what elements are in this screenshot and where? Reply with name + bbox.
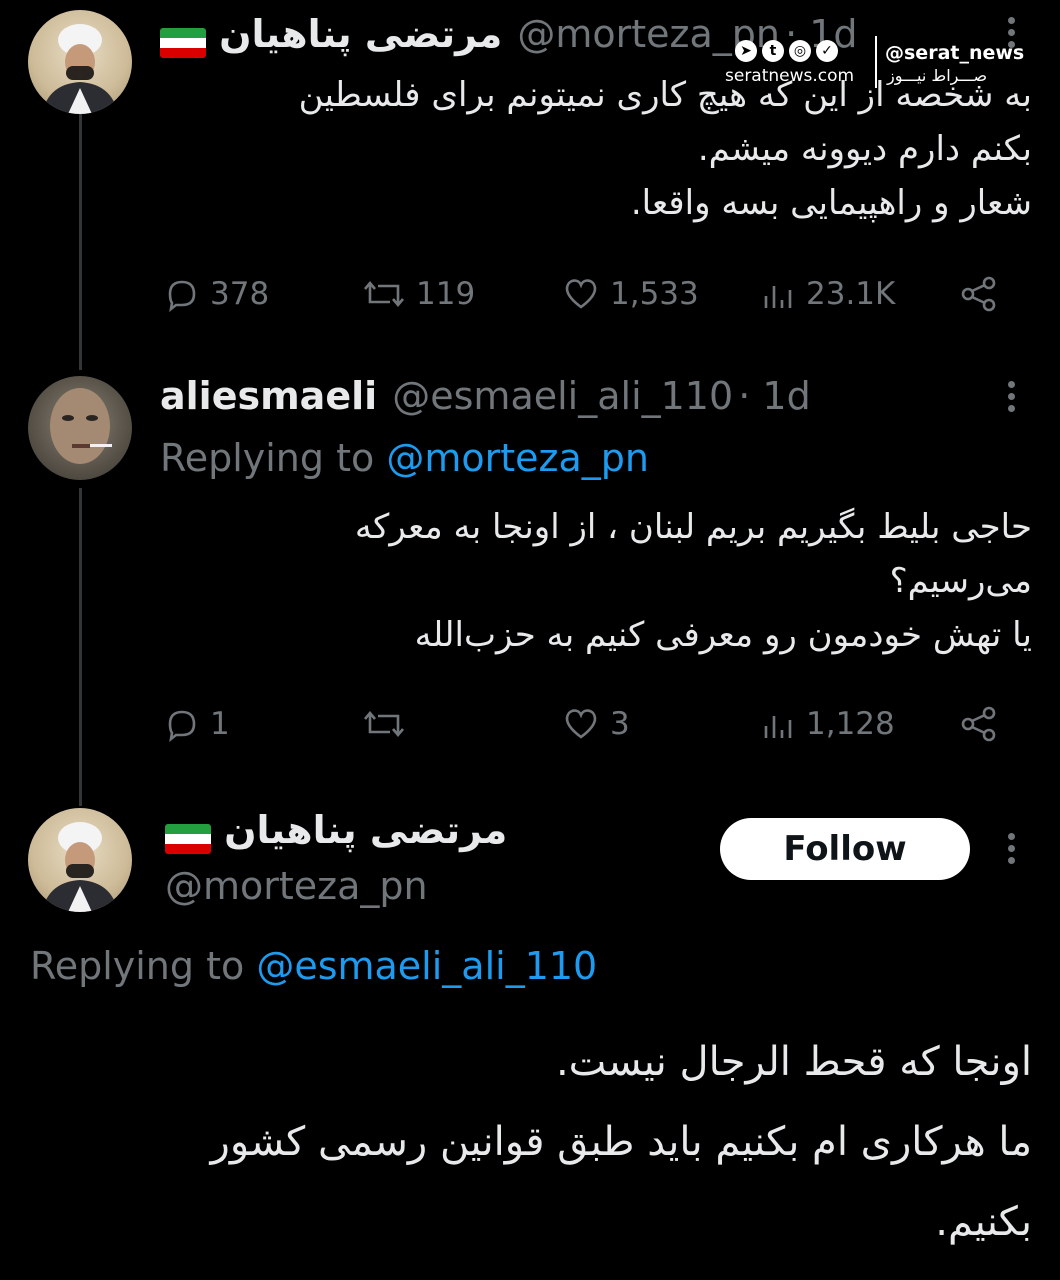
tweet-2-header: aliesmaeli @esmaeli_ali_110 · 1d (160, 374, 811, 418)
twitter-icon: t (762, 40, 784, 62)
user-handle[interactable]: @morteza_pn (165, 864, 428, 908)
like-count: 1,533 (610, 276, 699, 312)
tweet-3-name-row: مرتضی پناهیان (165, 808, 507, 854)
tweet-text-line: می‌رسیم؟ (889, 561, 1032, 601)
reply-count: 1 (210, 706, 230, 742)
like-button[interactable]: 3 (560, 704, 630, 744)
retweet-count: 119 (416, 276, 476, 312)
tweet-text-line: شعار و راهپیمایی بسه واقعا. (630, 183, 1032, 223)
like-button[interactable]: 1,533 (560, 274, 699, 314)
views-icon (764, 716, 792, 738)
replying-to: Replying to @esmaeli_ali_110 (30, 944, 597, 988)
views-button[interactable]: 1,128 (762, 704, 895, 744)
retweet-button[interactable] (360, 704, 408, 744)
retweet-icon (364, 710, 404, 738)
retweet-button[interactable]: 119 (360, 274, 475, 314)
heart-icon (565, 279, 597, 309)
instagram-icon: ◎ (789, 40, 811, 62)
timestamp[interactable]: · 1d (738, 374, 810, 418)
avatar[interactable] (28, 10, 132, 114)
tweet-text-line: ما هرکاری ام بکنیم باید طبق قوانین رسمی … (210, 1119, 1032, 1165)
thread-line (79, 112, 82, 370)
tweet-text-line: حاجی بلیط بگیریم بریم لبنان ، از اونجا ب… (354, 507, 1032, 547)
view-count: 1,128 (806, 706, 895, 742)
follow-button[interactable]: Follow (720, 818, 970, 880)
tweet-1-body: به شخصه از این که هیچ کاری نمیتونم برای … (152, 68, 1032, 230)
heart-icon (565, 709, 597, 739)
replying-to-label: Replying to (30, 944, 245, 988)
display-name[interactable]: aliesmaeli (160, 374, 377, 418)
tweet-text-line: اونجا که قحط الرجال نیست. (555, 1039, 1032, 1085)
like-count: 3 (610, 706, 630, 742)
iran-flag-icon (165, 823, 211, 854)
share-icon (961, 276, 996, 312)
tweet-text-line: به شخصه از این که هیچ کاری نمیتونم برای … (298, 75, 1032, 115)
display-name[interactable]: مرتضی پناهیان (224, 808, 507, 852)
more-options-icon[interactable] (1008, 12, 1016, 53)
avatar[interactable] (28, 808, 132, 912)
iran-flag-icon (160, 27, 206, 58)
mention-link[interactable]: @esmaeli_ali_110 (256, 944, 597, 988)
tweet-text-line: بکنم دارم دیوونه میشم. (697, 129, 1032, 169)
aparat-icon: ✓ (816, 40, 838, 62)
display-name[interactable]: مرتضی پناهیان (219, 12, 502, 56)
avatar[interactable] (28, 376, 132, 480)
tweet-text-line: بکنیم. (935, 1199, 1032, 1245)
reply-icon (168, 710, 196, 743)
replying-to-label: Replying to (160, 436, 375, 480)
reply-button[interactable]: 1 (162, 704, 230, 744)
views-icon (764, 286, 792, 308)
telegram-icon: ➤ (735, 40, 757, 62)
reply-icon (168, 280, 196, 313)
mention-link[interactable]: @morteza_pn (386, 436, 649, 480)
retweet-icon (364, 280, 404, 308)
tweet-3-body: اونجا که قحط الرجال نیست. ما هرکاری ام ب… (32, 1022, 1032, 1262)
tweet-2-body: حاجی بلیط بگیریم بریم لبنان ، از اونجا ب… (152, 500, 1032, 662)
share-icon (961, 706, 996, 742)
more-options-icon[interactable] (1008, 376, 1016, 417)
reply-button[interactable]: 378 (162, 274, 269, 314)
tweet-text-line: یا تهش خودمون رو معرفی کنیم به حزب‌الله (414, 615, 1032, 655)
replying-to: Replying to @morteza_pn (160, 436, 649, 480)
view-count: 23.1K (806, 276, 896, 312)
views-button[interactable]: 23.1K (762, 274, 895, 314)
reply-count: 378 (210, 276, 270, 312)
thread-line (79, 488, 82, 806)
user-handle[interactable]: @esmaeli_ali_110 (392, 374, 733, 418)
watermark-handle: @serat_news (885, 42, 1025, 64)
share-button[interactable] (958, 704, 1000, 744)
share-button[interactable] (958, 274, 1000, 314)
more-options-icon[interactable] (1008, 828, 1016, 869)
